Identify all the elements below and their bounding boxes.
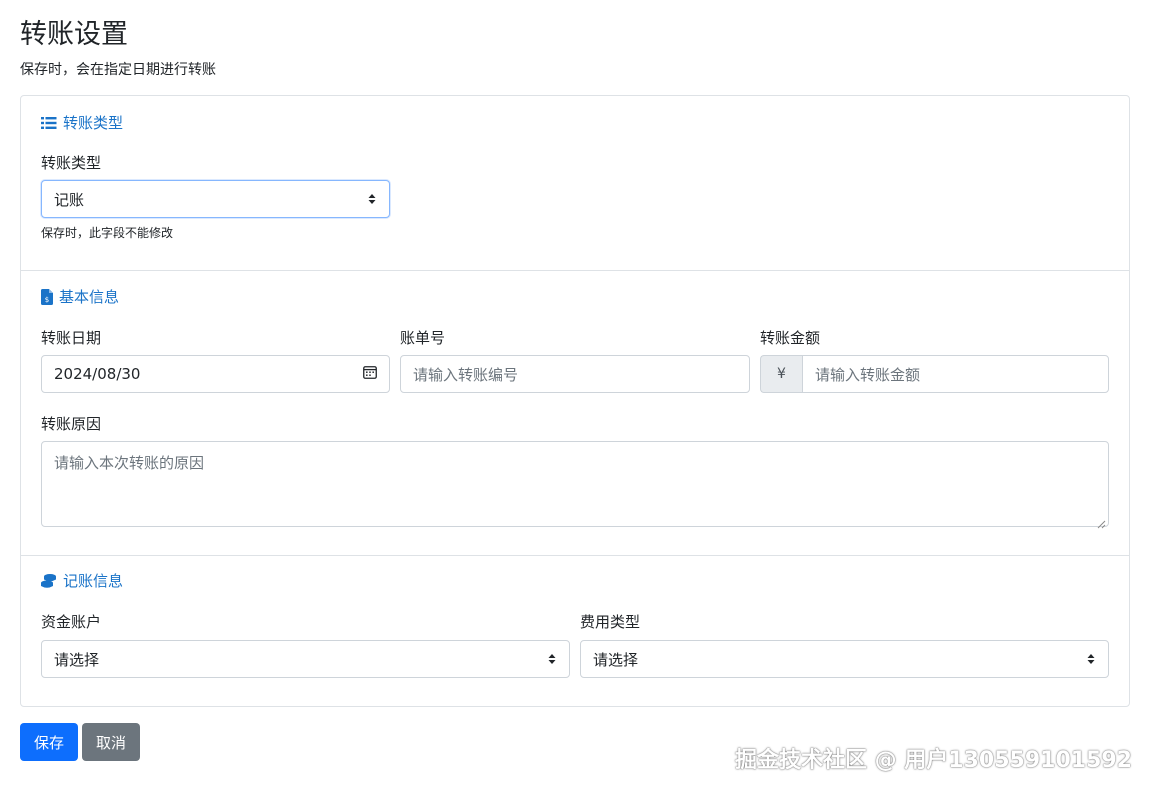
- invoice-icon: $: [41, 288, 53, 305]
- fund-account-select-value: 请选择: [54, 650, 100, 669]
- transfer-amount-placeholder: 请输入转账金额: [815, 365, 921, 384]
- transfer-amount-input[interactable]: 请输入转账金额: [802, 355, 1109, 393]
- form-card: 转账类型 转账类型 记账 保存时，此字段不能修改 $ 基本信息 转账日期 202…: [20, 95, 1130, 707]
- accounting-info-header-label: 记账信息: [63, 572, 124, 590]
- basic-info-header: $ 基本信息: [41, 286, 119, 307]
- transfer-type-select[interactable]: 记账: [41, 180, 390, 218]
- transfer-type-header-label: 转账类型: [63, 114, 124, 132]
- basic-info-section: $ 基本信息 转账日期 2024/08/30 账单号 请输入转账编号 转账金额 …: [21, 271, 1129, 556]
- list-icon: [41, 116, 57, 130]
- bill-number-input[interactable]: 请输入转账编号: [400, 355, 750, 393]
- resize-grip-icon[interactable]: [1097, 515, 1106, 529]
- fund-account-select[interactable]: 请选择: [41, 640, 570, 678]
- save-button[interactable]: 保存: [20, 723, 78, 761]
- accounting-info-section: 记账信息 资金账户 请选择 费用类型 请选择: [21, 556, 1129, 707]
- fund-account-label: 资金账户: [41, 613, 102, 631]
- select-arrow-icon: [367, 192, 377, 206]
- accounting-info-header: 记账信息: [41, 570, 123, 591]
- cancel-button[interactable]: 取消: [82, 723, 140, 761]
- transfer-type-select-value: 记账: [54, 190, 85, 209]
- select-arrow-icon: [1086, 652, 1096, 666]
- calendar-icon[interactable]: [363, 365, 377, 383]
- transfer-type-section: 转账类型 转账类型 记账 保存时，此字段不能修改: [21, 96, 1129, 271]
- basic-info-header-label: 基本信息: [59, 288, 120, 306]
- currency-prefix: ¥: [760, 355, 802, 393]
- bill-number-placeholder: 请输入转账编号: [413, 365, 519, 384]
- transfer-date-label: 转账日期: [41, 329, 102, 347]
- transfer-type-header: 转账类型: [41, 112, 123, 133]
- transfer-date-value: 2024/08/30: [54, 365, 141, 383]
- transfer-reason-label: 转账原因: [41, 415, 102, 433]
- transfer-amount-label: 转账金额: [760, 329, 821, 347]
- transfer-type-help-text: 保存时，此字段不能修改: [41, 226, 174, 240]
- coins-icon: [41, 573, 57, 589]
- transfer-date-input[interactable]: 2024/08/30: [41, 355, 390, 393]
- bill-number-label: 账单号: [400, 329, 446, 347]
- expense-type-label: 费用类型: [580, 613, 641, 631]
- transfer-amount-group: ¥ 请输入转账金额: [760, 355, 1109, 393]
- expense-type-select-value: 请选择: [593, 650, 639, 669]
- transfer-type-label: 转账类型: [41, 154, 102, 172]
- page-subtitle: 保存时，会在指定日期进行转账: [20, 62, 216, 78]
- page-title: 转账设置: [20, 19, 128, 50]
- expense-type-select[interactable]: 请选择: [580, 640, 1109, 678]
- select-arrow-icon: [547, 652, 557, 666]
- svg-text:$: $: [45, 296, 49, 304]
- transfer-reason-textarea[interactable]: 请输入本次转账的原因: [41, 441, 1109, 529]
- transfer-reason-placeholder: 请输入本次转账的原因: [54, 454, 205, 472]
- watermark: 掘金技术社区 @ 用户130559101592: [734, 748, 1132, 773]
